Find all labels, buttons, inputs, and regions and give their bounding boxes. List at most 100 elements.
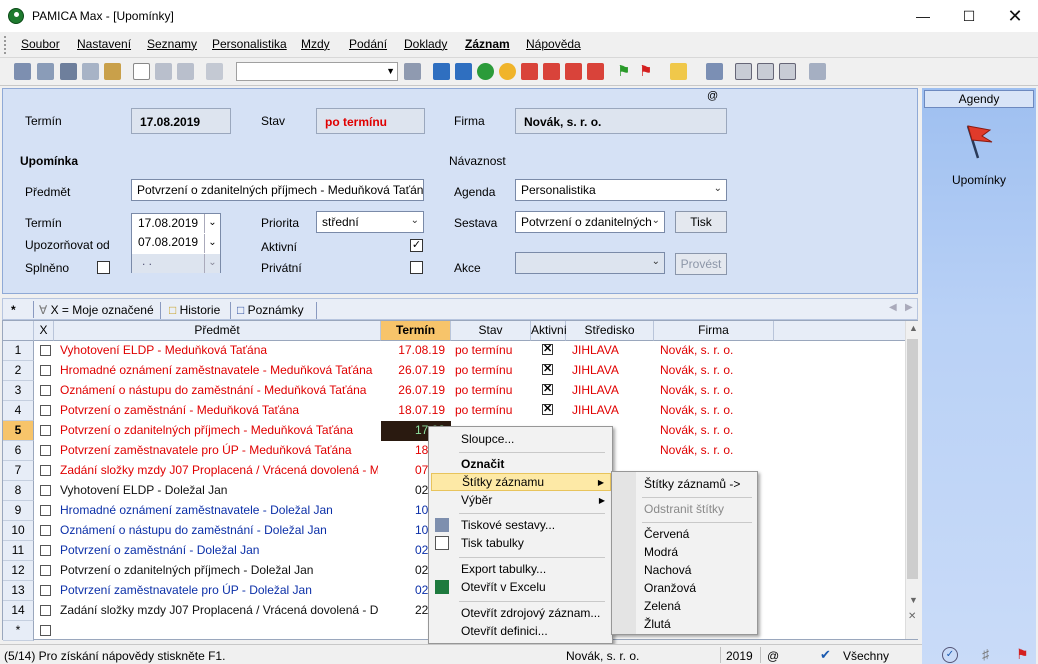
print-setup-icon[interactable] — [104, 63, 121, 80]
tree-icon[interactable]: ♯ — [982, 646, 989, 662]
row-select-checkbox[interactable] — [40, 565, 51, 576]
table-row[interactable]: 4 Potvrzení o zaměstnání - Meduňková Taťá… — [3, 401, 903, 421]
row-number[interactable]: 12 — [3, 561, 34, 581]
ctx-excel[interactable]: Otevřít v Excelu — [431, 579, 611, 597]
predmet-input[interactable]: Potvrzení o zdanitelných příjmech - Medu… — [131, 179, 424, 201]
module-red-m-icon[interactable] — [521, 63, 538, 80]
akce-select[interactable]: ⌄ — [515, 252, 665, 274]
sub-oranzova[interactable]: Oranžová — [614, 580, 754, 598]
termin2-input[interactable]: 17.08.2019 — [138, 216, 198, 230]
row-select-checkbox[interactable] — [40, 585, 51, 596]
row-select-checkbox[interactable] — [40, 445, 51, 456]
cell-aktivni[interactable]: ✕ — [542, 384, 553, 395]
row-number[interactable]: * — [3, 621, 34, 641]
sub-zluta[interactable]: Žlutá — [614, 616, 754, 634]
email-at-icon[interactable]: @ — [707, 90, 718, 102]
col-header-firma[interactable]: Firma — [654, 321, 774, 341]
message-icon[interactable] — [735, 63, 752, 80]
row-select-checkbox[interactable] — [40, 365, 51, 376]
scroll-down-icon[interactable]: ▼ — [909, 595, 918, 605]
row-select-checkbox[interactable] — [40, 465, 51, 476]
row-number[interactable]: 13 — [3, 581, 34, 601]
sub-modra[interactable]: Modrá — [614, 544, 754, 562]
cell-aktivni[interactable]: ✕ — [542, 344, 553, 355]
ctx-tiskove[interactable]: Tiskové sestavy... — [431, 517, 611, 535]
upominky-flag-icon[interactable] — [960, 122, 1000, 162]
minimize-button[interactable]: — — [900, 0, 946, 32]
ctx-oznacit[interactable]: Označit — [431, 456, 611, 474]
ctx-zdrojovy[interactable]: Otevřít zdrojový záznam... — [431, 605, 611, 623]
splneno-checkbox[interactable] — [97, 261, 110, 274]
ctx-tisk-tabulky[interactable]: Tisk tabulky — [431, 535, 611, 553]
menu-zaznam[interactable]: Záznam — [465, 37, 510, 51]
tab-filter[interactable]: ∀ X = Moje označené — [39, 302, 161, 319]
sestava-select[interactable]: Potvrzení o zdanitelných ⌄ — [515, 211, 665, 233]
chevron-down-icon[interactable]: ⌄ — [204, 234, 220, 253]
module-m-icon[interactable] — [433, 63, 450, 80]
row-number[interactable]: 8 — [3, 481, 34, 501]
sub-cervena[interactable]: Červená — [614, 526, 754, 544]
menu-podani[interactable]: Podání — [349, 37, 387, 51]
menu-napoveda[interactable]: Nápověda — [526, 37, 581, 51]
tab-all[interactable]: * — [11, 302, 16, 319]
provest-button[interactable]: Provést — [675, 253, 727, 275]
upominky-item[interactable]: Upomínky — [922, 173, 1036, 187]
module-red-m4-icon[interactable] — [587, 63, 604, 80]
settings-icon[interactable] — [37, 63, 54, 80]
menu-seznamy[interactable]: Seznamy — [147, 37, 197, 51]
calculator-icon[interactable] — [706, 63, 723, 80]
menu-mzdy[interactable]: Mzdy — [301, 37, 330, 51]
save-icon[interactable] — [155, 63, 172, 80]
note-icon[interactable] — [779, 63, 796, 80]
ctx-stitky[interactable]: Štítky záznamu ▶ — [431, 473, 611, 491]
col-header-stredisko[interactable]: Středisko — [566, 321, 654, 341]
row-number[interactable]: 2 — [3, 361, 34, 381]
row-select-checkbox[interactable] — [40, 485, 51, 496]
menu-personalistika[interactable]: Personalistika — [212, 37, 287, 51]
ctx-definici[interactable]: Otevřít definici... — [431, 623, 611, 641]
row-number[interactable]: 1 — [3, 341, 34, 361]
col-header-aktivni[interactable]: Aktivní — [531, 321, 567, 341]
splneno-date-input[interactable]: . . — [132, 254, 204, 273]
cell-aktivni[interactable]: ✕ — [542, 404, 553, 415]
privatni-checkbox[interactable] — [410, 261, 423, 274]
tab-poznamky[interactable]: □ Poznámky — [237, 302, 317, 319]
row-number[interactable]: 7 — [3, 461, 34, 481]
save-all-icon[interactable] — [177, 63, 194, 80]
module-red-m3-icon[interactable] — [565, 63, 582, 80]
module-yellow-person-icon[interactable] — [499, 63, 516, 80]
tab-historie[interactable]: □ Historie — [169, 302, 231, 319]
green-flag-icon[interactable]: ⚑ — [617, 63, 634, 80]
row-number[interactable]: 14 — [3, 601, 34, 621]
priorita-select[interactable]: střední ⌄ — [316, 211, 424, 233]
red-flag-icon[interactable]: ⚑ — [639, 63, 656, 80]
row-number[interactable]: 10 — [3, 521, 34, 541]
close-icon[interactable]: ✕ — [908, 611, 916, 622]
row-select-checkbox[interactable] — [40, 625, 51, 636]
list-icon[interactable] — [757, 63, 774, 80]
row-number[interactable]: 5 — [3, 421, 34, 441]
row-select-checkbox[interactable] — [40, 505, 51, 516]
menu-soubor[interactable]: Soubor — [21, 37, 60, 51]
scroll-thumb[interactable] — [907, 339, 918, 579]
tisk-button[interactable]: Tisk — [675, 211, 727, 233]
help-icon[interactable] — [809, 63, 826, 80]
print-icon[interactable] — [60, 63, 77, 80]
module-person-icon[interactable] — [455, 63, 472, 80]
new-record-icon[interactable] — [133, 63, 150, 80]
table-row[interactable]: 1 Vyhotovení ELDP - Meduňková Taťána 17.08… — [3, 341, 903, 361]
row-number[interactable]: 6 — [3, 441, 34, 461]
col-header-predmet[interactable]: Předmět — [54, 321, 381, 341]
sub-stitky[interactable]: Štítky záznamů -> — [614, 476, 754, 494]
sub-nachova[interactable]: Nachová — [614, 562, 754, 580]
folder-icon[interactable] — [670, 63, 687, 80]
row-select-checkbox[interactable] — [40, 405, 51, 416]
chevron-down-icon[interactable]: ⌄ — [204, 214, 220, 233]
row-number[interactable]: 11 — [3, 541, 34, 561]
cell-aktivni[interactable]: ✕ — [542, 364, 553, 375]
row-number[interactable]: 4 — [3, 401, 34, 421]
col-header-stav[interactable]: Stav — [451, 321, 531, 341]
menu-doklady[interactable]: Doklady — [404, 37, 447, 51]
toolbar-combo[interactable]: ▼ — [236, 62, 398, 81]
menu-nastaveni[interactable]: Nastavení — [77, 37, 131, 51]
